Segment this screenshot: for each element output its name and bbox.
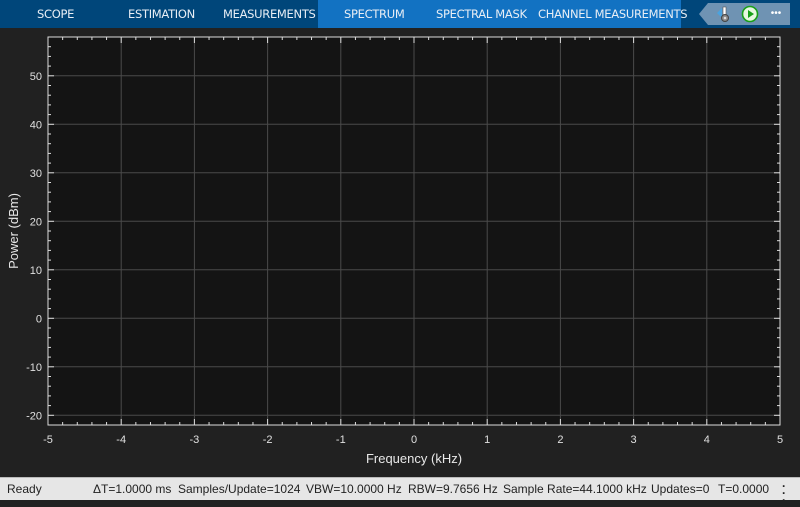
more-options-button[interactable]: ••• <box>766 5 786 23</box>
y-tick-label: -10 <box>26 362 42 374</box>
y-tick-label: 50 <box>30 71 42 83</box>
y-tick-label: 20 <box>30 216 42 228</box>
x-tick-label: 2 <box>557 434 563 446</box>
y-axis-label: Power (dBm) <box>6 193 21 269</box>
status-updates: Updates=0 <box>651 482 710 496</box>
x-tick-label: 4 <box>704 434 710 446</box>
y-tick-label: 10 <box>30 265 42 277</box>
run-play-icon[interactable] <box>741 5 759 23</box>
status-samples: Samples/Update=1024 <box>178 482 301 496</box>
x-tick-label: -4 <box>116 434 126 446</box>
quick-toolbar: ••• <box>699 3 790 25</box>
x-tick-label: -2 <box>263 434 273 446</box>
status-delta-t: ΔT=1.0000 ms <box>93 482 172 496</box>
status-vbw: VBW=10.0000 Hz <box>306 482 402 496</box>
y-tick-label: 30 <box>30 168 42 180</box>
status-sample-rate: Sample Rate=44.1000 kHz <box>503 482 647 496</box>
spectrum-plot[interactable]: -5 -4 -3 -2 -1 0 1 2 3 4 5-20-1001020304050Frequen… <box>0 28 800 477</box>
status-bar: Ready ΔT=1.0000 ms Samples/Update=1024 V… <box>0 477 800 506</box>
status-menu-icon[interactable]: · · · <box>782 480 786 506</box>
x-tick-label: 0 <box>411 434 417 446</box>
x-tick-label: -5 <box>43 434 53 446</box>
tab-channel-measurements[interactable]: CHANNEL MEASUREMENTS <box>538 0 688 28</box>
x-tick-label: 1 <box>484 434 490 446</box>
x-axis-label: Frequency (kHz) <box>366 451 462 466</box>
x-tick-label: 3 <box>631 434 637 446</box>
x-tick-label: -3 <box>190 434 200 446</box>
status-rbw: RBW=9.7656 Hz <box>408 482 498 496</box>
status-state: Ready <box>7 482 42 496</box>
tab-estimation[interactable]: ESTIMATION <box>128 0 195 28</box>
tab-spectral-mask[interactable]: SPECTRAL MASK <box>436 0 527 28</box>
status-time: T=0.0000 <box>718 482 770 496</box>
tab-scope[interactable]: SCOPE <box>37 0 74 28</box>
y-tick-label: 40 <box>30 119 42 131</box>
y-tick-label: 0 <box>36 313 42 325</box>
settings-gear-icon[interactable] <box>714 5 732 23</box>
x-tick-label: -1 <box>336 434 346 446</box>
y-tick-label: -20 <box>26 410 42 422</box>
tab-bar: SCOPE ESTIMATION MEASUREMENTS SPECTRUM S… <box>0 0 800 28</box>
x-tick-label: 5 <box>777 434 783 446</box>
tab-measurements[interactable]: MEASUREMENTS <box>223 0 316 28</box>
tab-spectrum[interactable]: SPECTRUM <box>344 0 405 28</box>
